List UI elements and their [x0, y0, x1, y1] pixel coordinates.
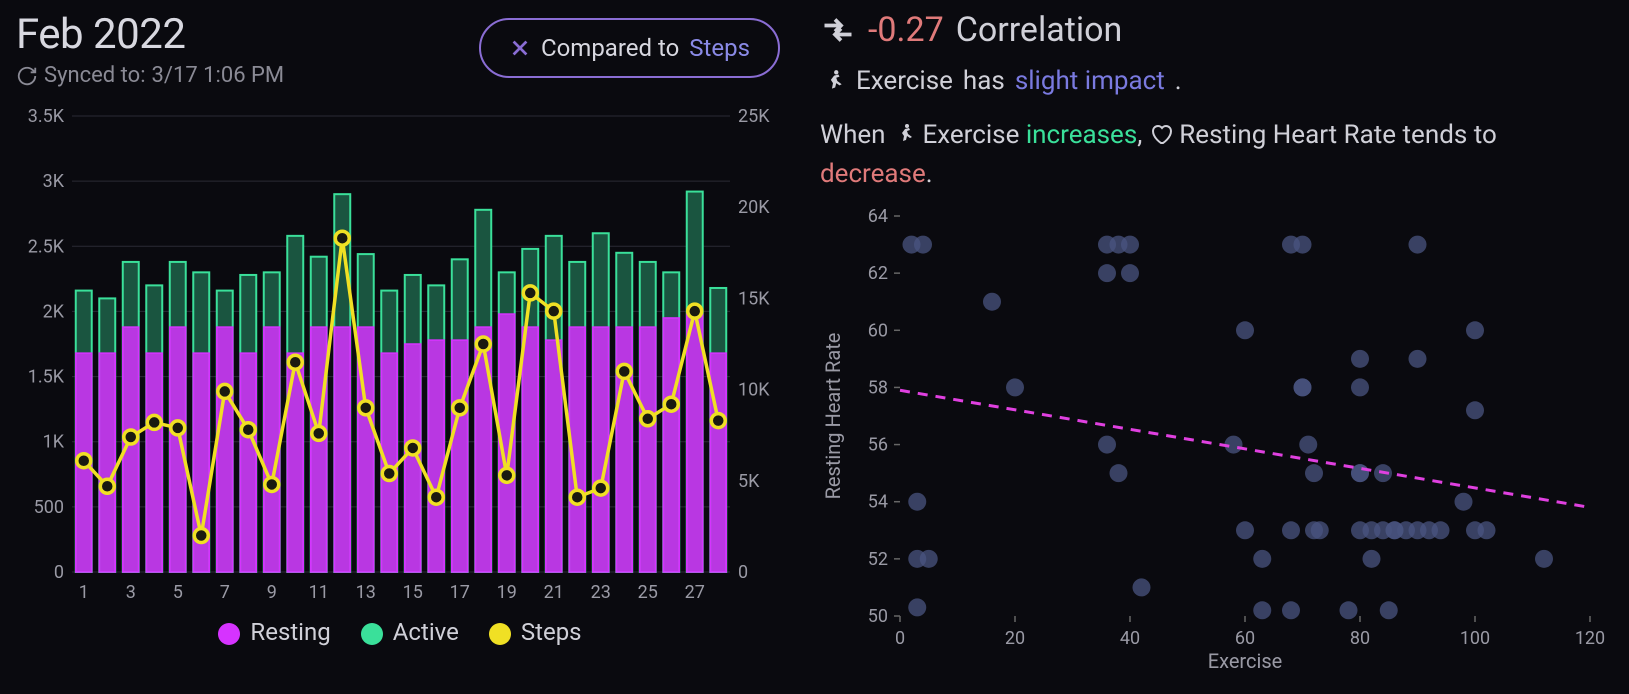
- svg-text:0: 0: [738, 562, 748, 583]
- resting-dot-icon: [218, 623, 240, 645]
- correlation-panel: -0.27 Correlation Exercise has slight im…: [800, 0, 1629, 694]
- svg-text:60: 60: [868, 320, 888, 341]
- compare-pill[interactable]: Compared to Steps: [479, 18, 780, 78]
- svg-text:64: 64: [868, 206, 888, 227]
- svg-text:1K: 1K: [43, 432, 65, 453]
- svg-text:0: 0: [895, 628, 905, 649]
- legend-steps: Steps: [489, 618, 582, 646]
- sync-icon: [16, 65, 38, 87]
- legend-active: Active: [361, 618, 459, 646]
- impact-row: Exercise has slight impact.: [820, 66, 1610, 96]
- svg-text:3.5K: 3.5K: [28, 106, 65, 127]
- correlation-value: -0.27: [868, 10, 944, 50]
- svg-text:56: 56: [868, 435, 888, 456]
- svg-text:13: 13: [356, 582, 376, 603]
- svg-text:15: 15: [403, 582, 423, 603]
- svg-text:19: 19: [497, 582, 517, 603]
- svg-text:7: 7: [220, 582, 230, 603]
- svg-text:25: 25: [638, 582, 658, 603]
- daily-chart: 05001K1.5K2K2.5K3K3.5K05K10K15K20K25K135…: [16, 106, 784, 610]
- svg-text:100: 100: [1460, 628, 1490, 649]
- impact-has: has: [963, 66, 1005, 96]
- running-icon: [820, 68, 846, 94]
- correlation-header: -0.27 Correlation: [820, 10, 1610, 50]
- correlation-sentence: When Exercise increases, Resting Heart R…: [820, 116, 1610, 194]
- correlation-label: Correlation: [956, 10, 1123, 50]
- svg-text:5K: 5K: [738, 471, 760, 492]
- svg-text:Resting Heart Rate: Resting Heart Rate: [821, 333, 845, 500]
- impact-subject: Exercise: [856, 66, 953, 96]
- heart-icon: [1149, 122, 1173, 146]
- chart-legend: Resting Active Steps: [16, 618, 784, 646]
- svg-text:54: 54: [868, 492, 888, 513]
- compare-target: Steps: [689, 34, 750, 62]
- svg-text:3K: 3K: [43, 171, 65, 192]
- svg-text:60: 60: [1235, 628, 1255, 649]
- svg-text:11: 11: [309, 582, 329, 603]
- svg-text:5: 5: [173, 582, 183, 603]
- svg-text:27: 27: [685, 582, 705, 603]
- svg-text:2K: 2K: [43, 301, 65, 322]
- scatter-chart-svg: 50 52 54 56 58 60 62 64 0 20 40 60 80 100 120 Exercise R…: [820, 206, 1610, 676]
- svg-text:52: 52: [868, 549, 888, 570]
- svg-text:20: 20: [1005, 628, 1025, 649]
- arrows-opposite-icon: [820, 12, 856, 48]
- svg-text:20K: 20K: [738, 197, 770, 218]
- daily-chart-panel: Feb 2022 Synced to: 3/17 1:06 PM Compare…: [0, 0, 800, 694]
- daily-chart-svg: 05001K1.5K2K2.5K3K3.5K05K10K15K20K25K135…: [16, 106, 786, 606]
- svg-text:40: 40: [1120, 628, 1140, 649]
- active-dot-icon: [361, 623, 383, 645]
- svg-text:1: 1: [79, 582, 89, 603]
- close-icon[interactable]: [509, 37, 531, 59]
- svg-text:1.5K: 1.5K: [28, 367, 65, 388]
- svg-text:Exercise: Exercise: [1208, 649, 1283, 673]
- svg-text:9: 9: [267, 582, 277, 603]
- svg-text:80: 80: [1350, 628, 1370, 649]
- sync-prefix: Synced to:: [44, 63, 146, 88]
- svg-text:62: 62: [868, 263, 888, 284]
- svg-text:15K: 15K: [738, 288, 770, 309]
- svg-text:50: 50: [868, 606, 888, 627]
- svg-text:2.5K: 2.5K: [28, 236, 65, 257]
- legend-resting: Resting: [218, 618, 330, 646]
- svg-text:23: 23: [591, 582, 611, 603]
- svg-text:3: 3: [126, 582, 136, 603]
- sync-time: 3/17 1:06 PM: [152, 63, 285, 88]
- compare-prefix: Compared to: [541, 34, 679, 62]
- svg-text:10K: 10K: [738, 380, 770, 401]
- svg-text:21: 21: [544, 582, 564, 603]
- running-icon: [892, 122, 916, 146]
- steps-dot-icon: [489, 623, 511, 645]
- svg-text:25K: 25K: [738, 106, 770, 127]
- svg-text:0: 0: [54, 562, 64, 583]
- svg-text:120: 120: [1575, 628, 1605, 649]
- svg-text:500: 500: [34, 497, 64, 518]
- impact-phrase: slight impact: [1015, 66, 1165, 96]
- svg-text:58: 58: [868, 377, 888, 398]
- svg-text:17: 17: [450, 582, 470, 603]
